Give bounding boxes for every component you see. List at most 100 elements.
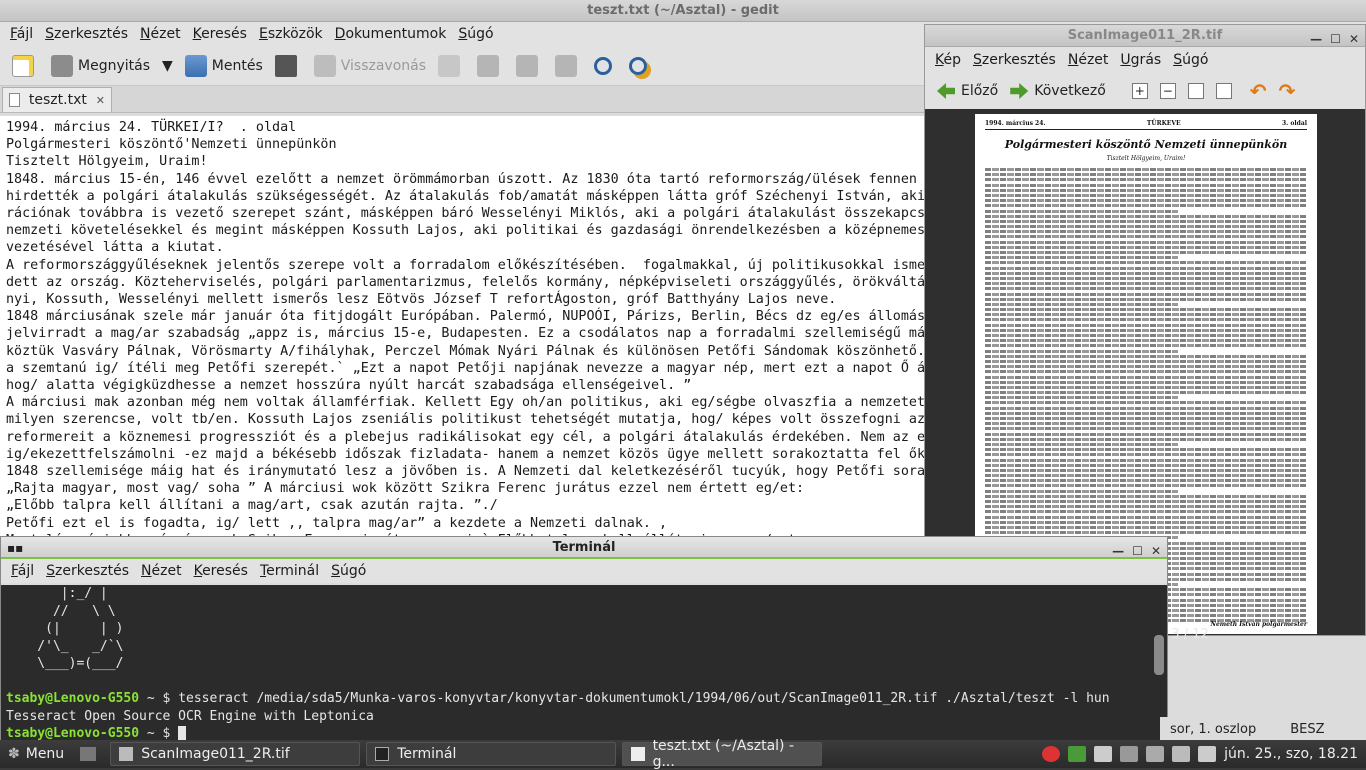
- undo-button[interactable]: Visszavonás: [308, 50, 432, 82]
- zoom-in-button[interactable]: +: [1126, 83, 1154, 99]
- next-button[interactable]: Következő: [1004, 83, 1112, 99]
- scanned-text-line: [985, 411, 1307, 415]
- terminal-menu-search[interactable]: Keresés: [188, 563, 254, 579]
- terminal-output[interactable]: |:_/ | // \ \ (| | ) /'\_ _/`\ \___)=(__…: [1, 585, 1151, 740]
- close-icon[interactable]: ✕: [1349, 28, 1359, 50]
- scrollbar-thumb[interactable]: [1154, 635, 1164, 675]
- start-menu-button[interactable]: ✽ Menu: [0, 742, 72, 766]
- print-button[interactable]: [269, 50, 308, 82]
- rotate-right-button[interactable]: ↷: [1273, 79, 1302, 103]
- menu-edit[interactable]: Szerkesztés: [39, 26, 134, 42]
- signal-icon[interactable]: [1146, 746, 1165, 762]
- mail-icon[interactable]: [1094, 746, 1113, 762]
- page-header: 1994. március 24. TÜRKEVE 3. oldal: [985, 120, 1307, 130]
- scanned-text-line: [985, 448, 1307, 452]
- viewer-titlebar[interactable]: ScanImage011_2R.tif — ☐ ✕: [925, 25, 1365, 47]
- terminal-menu-icon[interactable]: ▪▪: [7, 537, 23, 559]
- insert-mode[interactable]: BESZ: [1290, 722, 1324, 737]
- volume-icon[interactable]: [1198, 746, 1217, 762]
- viewer-menu-help[interactable]: Súgó: [1167, 52, 1214, 68]
- open-button[interactable]: Megnyitás: [45, 50, 156, 82]
- maximize-icon[interactable]: ☐: [1330, 28, 1341, 50]
- chevron-down-icon: ▼: [162, 57, 173, 74]
- new-button[interactable]: [6, 50, 45, 82]
- terminal-menu-view[interactable]: Nézet: [135, 563, 188, 579]
- scanned-text-line: [985, 344, 1307, 348]
- search-icon: [594, 56, 613, 75]
- viewer-menu-image[interactable]: Kép: [929, 52, 967, 68]
- scanned-text-line: [985, 313, 1307, 317]
- zoom-out-button[interactable]: −: [1154, 83, 1182, 99]
- battery-icon[interactable]: [1172, 746, 1191, 762]
- shield-icon[interactable]: [1068, 746, 1087, 762]
- menu-search[interactable]: Keresés: [187, 26, 253, 42]
- menu-help[interactable]: Súgó: [452, 26, 499, 42]
- minimize-icon[interactable]: —: [1112, 540, 1124, 562]
- viewer-menu-edit[interactable]: Szerkesztés: [967, 52, 1062, 68]
- task-image-viewer[interactable]: ScanImage011_2R.tif: [110, 742, 361, 766]
- viewer-menu-go[interactable]: Ugrás: [1114, 52, 1167, 68]
- redo-button[interactable]: [432, 50, 471, 82]
- document-icon: [9, 93, 20, 107]
- editor-line: köztük Vasváry Pálnak, Vörösmarty A/fihá…: [6, 343, 924, 359]
- menu-view[interactable]: Nézet: [134, 26, 187, 42]
- editor-line: A reformországgyűléseknek jelentős szere…: [6, 257, 924, 273]
- save-label: Mentés: [211, 57, 263, 74]
- gedit-tabbar: teszt.txt ✕: [0, 86, 924, 113]
- task-terminal[interactable]: Terminál: [366, 742, 617, 766]
- scanned-text-line: [985, 178, 1307, 182]
- scanned-text-line: [985, 442, 1179, 446]
- editor-text-area[interactable]: 1994. március 24. TÜRKEI/I? . oldal Polgá…: [0, 116, 924, 540]
- viewer-menu-view[interactable]: Nézet: [1062, 52, 1115, 68]
- minimize-icon[interactable]: —: [1310, 28, 1322, 50]
- maximize-icon[interactable]: ☐: [1132, 540, 1143, 562]
- no-entry-icon[interactable]: [1042, 746, 1061, 762]
- clock[interactable]: jún. 25., szo, 18.21: [1224, 746, 1358, 762]
- scanned-text-line: [985, 531, 1307, 535]
- scanned-text-line: [985, 318, 1307, 322]
- menu-file[interactable]: Fájl: [4, 26, 39, 42]
- terminal-menu-file[interactable]: Fájl: [5, 563, 40, 579]
- scanned-text-line: [985, 385, 1307, 389]
- zoom-normal-button[interactable]: [1182, 83, 1210, 99]
- scanned-text-line: [985, 219, 1307, 223]
- viewer-toolbar: Előző Következő + − ↶ ↷: [925, 73, 1365, 109]
- start-menu-label: Menu: [25, 746, 65, 762]
- scanned-text-line: [985, 292, 1307, 296]
- open-dropdown-button[interactable]: ▼: [156, 50, 179, 82]
- close-icon[interactable]: ✕: [1151, 540, 1161, 562]
- ascii-art-line: \___)=(___/: [6, 656, 124, 671]
- terminal-menu-help[interactable]: Súgó: [325, 563, 372, 579]
- editor-line: „Rajta magyar, most vag/ soha ” A márciu…: [6, 481, 805, 497]
- scanned-text-line: [985, 245, 1307, 249]
- scanned-text-line: [985, 334, 1307, 337]
- paste-button[interactable]: [549, 50, 588, 82]
- tab-teszt-txt[interactable]: teszt.txt ✕: [2, 87, 112, 112]
- network-icon[interactable]: [1120, 746, 1139, 762]
- prompt-cwd: ~: [146, 726, 155, 740]
- undo-icon: [313, 54, 336, 77]
- editor-line: 1848 szellemisége máig hat és iránymutat…: [6, 464, 924, 480]
- replace-button[interactable]: [623, 50, 658, 82]
- find-button[interactable]: [588, 50, 623, 82]
- copy-button[interactable]: [510, 50, 549, 82]
- terminal-menu-terminal[interactable]: Terminál: [254, 563, 325, 579]
- save-button[interactable]: Mentés: [179, 50, 269, 82]
- menu-documents[interactable]: Dokumentumok: [329, 26, 453, 42]
- zoom-fit-button[interactable]: [1210, 83, 1238, 99]
- rotate-left-button[interactable]: ↶: [1244, 79, 1273, 103]
- scanned-text-line: [985, 256, 1179, 260]
- close-icon[interactable]: ✕: [96, 94, 105, 107]
- terminal-titlebar[interactable]: ▪▪ Terminál — ☐ ✕: [1, 537, 1167, 559]
- previous-button[interactable]: Előző: [931, 83, 1004, 99]
- menu-tools[interactable]: Eszközök: [253, 26, 329, 42]
- terminal-menu-edit[interactable]: Szerkesztés: [40, 563, 135, 579]
- gedit-titlebar[interactable]: teszt.txt (~/Asztal) - gedit: [0, 0, 1366, 22]
- ascii-art-line: /'\_ _/`\: [6, 638, 124, 654]
- scanned-text-line: [985, 500, 1307, 503]
- task-gedit[interactable]: teszt.txt (~/Asztal) - g...: [622, 738, 823, 770]
- find-replace-icon: [629, 56, 648, 75]
- show-desktop-icon[interactable]: [80, 747, 97, 761]
- scanned-text-line: [985, 474, 1307, 478]
- cut-button[interactable]: [471, 50, 510, 82]
